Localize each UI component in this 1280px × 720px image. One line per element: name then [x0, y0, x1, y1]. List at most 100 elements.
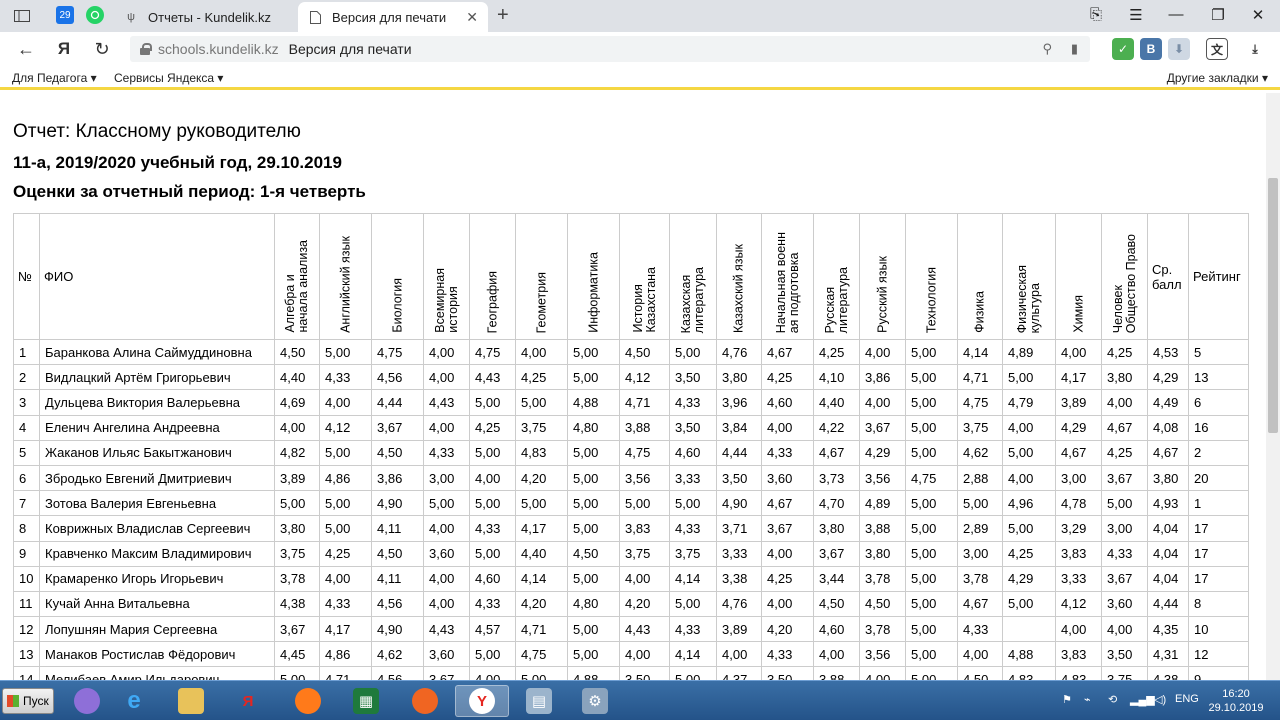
grade-cell: 4,00	[716, 641, 762, 668]
grade-cell: 5,00	[319, 490, 372, 517]
grade-cell: 3,78	[859, 565, 906, 592]
taskbar-app-orange[interactable]	[398, 685, 452, 717]
grade-cell: 5,00	[1002, 590, 1056, 618]
grade-cell: 4,43	[423, 389, 470, 416]
close-tab-icon[interactable]: ✕	[466, 9, 478, 26]
grade-cell: 4,78	[1055, 490, 1102, 517]
tray-volume-icon[interactable]: ◁)	[1154, 693, 1166, 706]
yandex-logo-icon[interactable]: Я	[52, 38, 76, 60]
table-row: 13 Манаков Ростислав Фёдорович 4,45 4,86 4,6…	[13, 641, 1249, 668]
language-indicator[interactable]: ENG	[1175, 693, 1199, 705]
grade-cell: 4,25	[813, 338, 860, 366]
pinned-calendar-tab[interactable]: 29	[56, 6, 74, 24]
grade-cell: 5,00	[515, 490, 568, 517]
grade-cell: 4,56	[371, 666, 424, 680]
tab-print-version[interactable]: Версия для печати ✕	[298, 2, 488, 32]
grade-cell: 4,00	[423, 414, 470, 441]
search-icon[interactable]: ⚲	[1042, 41, 1052, 57]
bookmark-yandex-services[interactable]: Сервисы Яндекса ▾	[114, 71, 223, 85]
grade-cell: 3,88	[859, 515, 906, 542]
pinned-whatsapp-tab[interactable]	[86, 6, 104, 24]
grade-cell: 4,11	[371, 565, 424, 592]
grade-cell: 5,00	[1002, 515, 1056, 542]
grade-cell: 3,50	[1101, 641, 1148, 668]
taskbar-app-explorer[interactable]	[164, 685, 218, 717]
vertical-scrollbar[interactable]	[1266, 93, 1280, 680]
address-bar[interactable]: schools.kundelik.kz Версия для печати ⚲ …	[130, 36, 1090, 62]
grade-cell: 4,62	[371, 641, 424, 668]
grade-cell: 3,00	[1055, 464, 1102, 492]
system-clock[interactable]: 16:20 29.10.2019	[1206, 687, 1266, 715]
grade-cell: 4,67	[1101, 414, 1148, 441]
grade-cell: 4,00	[1101, 389, 1148, 416]
header-subject: Геометрия	[515, 213, 568, 340]
grade-cell: 4,29	[1002, 565, 1056, 592]
bookmark-other[interactable]: Другие закладки ▾	[1167, 71, 1268, 85]
taskbar-app-calculator[interactable]: ▤	[512, 685, 566, 717]
header-name: ФИО	[39, 213, 275, 340]
student-name: Зотова Валерия Евгеньевна	[39, 490, 275, 517]
address-page-title: Версия для печати	[288, 41, 412, 57]
table-row: 4 Еленич Ангелина Андреевна 4,00 4,12 3,67 4,…	[13, 414, 1249, 441]
taskbar-app-ie[interactable]: e	[107, 685, 161, 717]
grade-cell: 5,00	[669, 666, 717, 680]
bookmark-icon[interactable]: ▮	[1071, 41, 1078, 57]
grade-cell: 3,80	[274, 515, 320, 542]
average-cell: 4,29	[1147, 364, 1189, 391]
table-header-row: № ФИО Алгебра и начала анализа Английский я…	[13, 213, 1249, 340]
taskbar-app-cortana[interactable]	[60, 685, 114, 717]
tray-flag-icon[interactable]: ⚑	[1062, 693, 1072, 706]
table-row: 1 Баранкова Алина Саймуддиновна 4,50 5,00 4,…	[13, 338, 1249, 366]
table-row: 12 Лопушнян Мария Сергеевна 3,67 4,17 4,90 4,…	[13, 616, 1249, 643]
grade-cell: 3,75	[1101, 666, 1148, 680]
tab-label: Отчеты - Kundelik.kz	[148, 9, 271, 25]
taskbar-app-utility[interactable]: ⚙	[568, 685, 622, 717]
table-row: 2 Видлацкий Артём Григорьевич 4,40 4,33 4,56…	[13, 364, 1249, 391]
row-number: 4	[13, 414, 40, 441]
grade-cell: 4,40	[515, 540, 568, 567]
rating-cell: 20	[1188, 464, 1249, 492]
menu-icon[interactable]: ☰	[1124, 6, 1148, 24]
scrollbar-thumb[interactable]	[1268, 178, 1278, 433]
start-button[interactable]: Пуск	[2, 688, 54, 714]
sidebar-toggle-icon[interactable]	[12, 6, 32, 26]
header-subject: Человек Общество Право	[1101, 213, 1148, 340]
grade-cell: 4,00	[469, 666, 516, 680]
tray-sync-icon[interactable]: ⟲	[1108, 693, 1117, 706]
extension-icon[interactable]: ✓	[1112, 38, 1134, 60]
grade-cell: 3,33	[669, 464, 717, 492]
restore-icon[interactable]: ❐	[1206, 6, 1230, 24]
rating-cell: 10	[1188, 616, 1249, 643]
bookmarks-panel-icon[interactable]: ⎘	[1084, 6, 1108, 23]
taskbar-app-yandex-browser[interactable]: Y	[455, 685, 509, 717]
bookmark-teacher[interactable]: Для Педагога ▾	[12, 71, 97, 85]
reload-icon[interactable]: ↻	[90, 38, 114, 60]
taskbar-app-yandex[interactable]: Я	[221, 685, 275, 717]
new-tab-button[interactable]: +	[497, 4, 509, 27]
grade-cell: 4,00	[761, 590, 814, 618]
header-average: Ср. балл	[1147, 213, 1189, 340]
grade-cell: 3,80	[716, 364, 762, 391]
grade-cell: 4,00	[515, 338, 568, 366]
taskbar-app-firefox[interactable]	[281, 685, 335, 717]
grade-cell: 4,33	[669, 616, 717, 643]
downloads-icon[interactable]: ⤓	[1244, 38, 1266, 60]
close-window-icon[interactable]: ✕	[1246, 6, 1270, 24]
average-cell: 4,38	[1147, 666, 1189, 680]
vk-extension-icon[interactable]: B	[1140, 38, 1162, 60]
grade-cell: 4,86	[319, 464, 372, 492]
average-cell: 4,49	[1147, 389, 1189, 416]
back-arrow-icon[interactable]: ←	[14, 38, 38, 60]
grade-cell: 5,00	[1002, 364, 1056, 391]
tab-label: Версия для печати	[332, 9, 447, 25]
subject-label: Геометрия	[534, 271, 548, 333]
tray-signal-icon[interactable]: ▂▄▆	[1130, 693, 1155, 706]
grade-cell: 3,86	[859, 364, 906, 391]
translate-extension-icon[interactable]: 文	[1206, 38, 1228, 60]
download-extension-icon[interactable]: ⬇	[1168, 38, 1190, 60]
tray-network-icon[interactable]: ⌁	[1084, 693, 1091, 706]
taskbar-app-excel[interactable]: ▦	[339, 685, 393, 717]
grade-cell: 4,00	[423, 590, 470, 618]
minimize-icon[interactable]: —	[1164, 6, 1188, 23]
tab-reports[interactable]: ψ Отчеты - Kundelik.kz	[114, 2, 298, 32]
